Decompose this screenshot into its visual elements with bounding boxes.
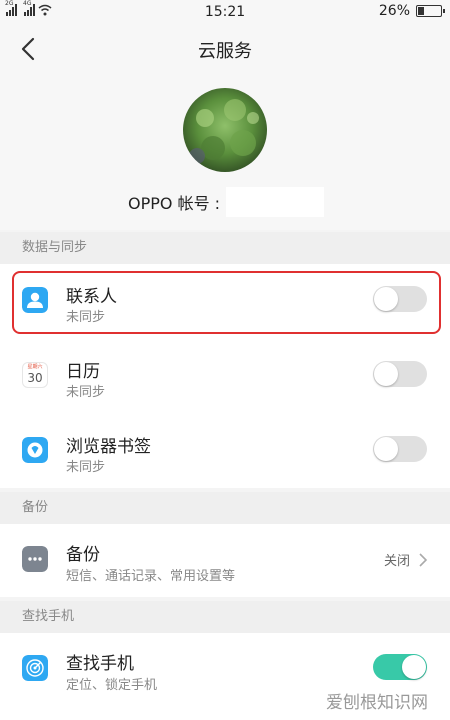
contacts-toggle[interactable] — [373, 286, 427, 312]
radar-icon — [22, 655, 48, 681]
list-item-browser-bookmarks[interactable]: 浏览器书签 未同步 — [0, 414, 450, 489]
contacts-icon — [22, 287, 48, 313]
chevron-right-icon — [419, 552, 428, 567]
battery-status: 26% — [378, 3, 445, 19]
watermark: 爱刨根知识网 — [326, 693, 428, 713]
list-item-contacts[interactable]: 联系人 未同步 — [0, 264, 450, 339]
avatar[interactable] — [183, 88, 267, 172]
find-phone-title: 查找手机 — [66, 654, 134, 674]
account-label: OPPO 帐号 : — [128, 194, 221, 213]
status-bar: 2G 4G 15:21 26% — [0, 0, 450, 24]
calendar-toggle[interactable] — [373, 361, 427, 387]
list-item-calendar[interactable]: 星期六 30 日历 未同步 — [0, 339, 450, 414]
nav-bar: 云服务 — [0, 24, 450, 74]
calendar-title: 日历 — [66, 362, 100, 382]
section-header-sync: 数据与同步 — [0, 232, 450, 264]
calendar-icon-date: 30 — [27, 371, 43, 385]
battery-percent: 26% — [378, 3, 410, 19]
battery-fill — [418, 7, 425, 15]
section-header-find: 查找手机 — [0, 601, 450, 633]
backup-icon — [22, 546, 48, 572]
account-id-redacted — [226, 187, 325, 217]
find-phone-toggle[interactable] — [373, 654, 427, 680]
contacts-status: 未同步 — [66, 310, 106, 325]
backup-status-text: 关闭 — [383, 554, 410, 569]
calendar-status: 未同步 — [66, 385, 106, 400]
page-title: 云服务 — [198, 41, 252, 62]
sync-card: 联系人 未同步 星期六 30 日历 未同步 浏览器书签 未同步 — [0, 264, 450, 488]
browser-bookmarks-toggle[interactable] — [373, 436, 427, 462]
profile-section: OPPO 帐号 : — [0, 74, 450, 230]
account-row: OPPO 帐号 : — [128, 187, 325, 217]
backup-card: 备份 短信、通话记录、常用设置等 关闭 — [0, 524, 450, 597]
backup-status: 关闭 — [384, 550, 428, 569]
browser-icon — [22, 437, 48, 463]
section-header-backup: 备份 — [0, 492, 450, 524]
calendar-icon: 星期六 30 — [22, 362, 48, 388]
calendar-icon-weekday: 星期六 — [27, 364, 43, 370]
backup-subtitle: 短信、通话记录、常用设置等 — [66, 569, 236, 584]
find-phone-subtitle: 定位、锁定手机 — [66, 678, 158, 693]
browser-bookmarks-status: 未同步 — [66, 460, 106, 475]
browser-bookmarks-title: 浏览器书签 — [66, 437, 151, 457]
battery-icon — [416, 5, 445, 17]
list-item-backup[interactable]: 备份 短信、通话记录、常用设置等 关闭 — [0, 524, 450, 597]
backup-title: 备份 — [66, 545, 100, 565]
contacts-title: 联系人 — [66, 287, 117, 307]
